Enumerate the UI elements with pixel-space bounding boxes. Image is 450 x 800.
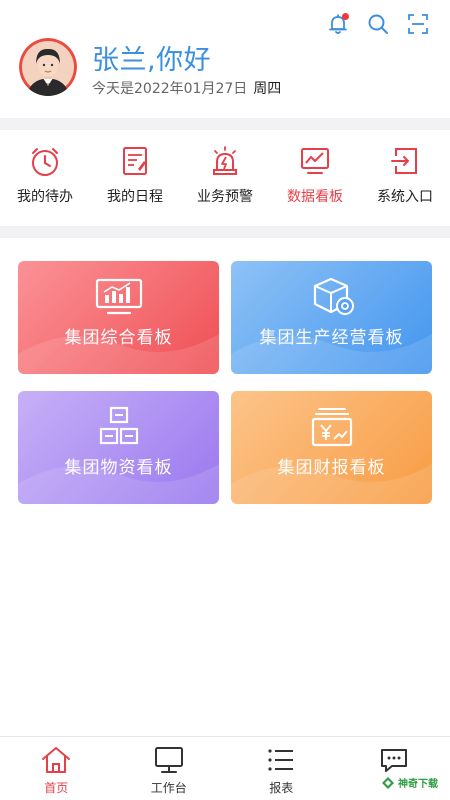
menu-label: 系统入口 [377,189,433,205]
tab-reports[interactable]: 报表 [225,737,338,800]
home-icon [42,747,71,773]
tab-workbench[interactable]: 工作台 [113,737,226,800]
watermark-label: 神奇下载 [398,779,438,790]
watermark: 神奇下载 [377,773,442,792]
card-production-operation[interactable]: 集团生产经营看板 [231,261,432,374]
tab-label: 报表 [269,781,294,795]
menu-item-data-board[interactable]: 数据看板 [270,132,360,226]
top-icons [326,12,430,36]
notification-dot [342,13,349,20]
menu-label: 数据看板 [287,189,343,205]
exit-icon [391,148,417,174]
menu-item-schedule[interactable]: 我的日程 [90,132,180,226]
menu-label: 我的日程 [107,189,163,205]
tab-label: 工作台 [150,781,187,795]
menu-label: 我的待办 [17,189,73,205]
separator [0,118,450,130]
menu-label: 业务预警 [197,189,253,205]
clock-icon [32,148,58,176]
menu-item-todo[interactable]: 我的待办 [0,132,90,226]
card-materials[interactable]: 集团物资看板 [18,391,219,504]
scan-icon[interactable] [406,12,430,36]
chart-board-icon [301,148,329,174]
box-gear-icon [313,277,354,315]
card-group-overview[interactable]: 集团综合看板 [18,261,219,374]
alarm-icon [213,146,237,175]
avatar-image [19,38,77,96]
card-label: 集团财报看板 [277,458,386,478]
bell-icon[interactable] [326,12,350,36]
message-icon [380,749,407,772]
tab-label: 首页 [44,781,69,795]
header: 张兰,你好 今天是2022年01月27日 周四 [0,0,450,118]
menu-item-alert[interactable]: 业务预警 [180,132,270,226]
card-financial-report[interactable]: 集团财报看板 [231,391,432,504]
money-report-icon [311,408,352,447]
date-text: 今天是2022年01月27日 [92,81,248,97]
search-icon[interactable] [366,12,390,36]
separator [0,226,450,238]
card-label: 集团生产经营看板 [259,328,404,348]
monitor-chart-icon [95,278,142,315]
weekday-text: 周四 [253,81,282,97]
watermark-logo-icon [382,776,394,789]
date-line: 今天是2022年01月27日 周四 [92,78,281,98]
report-list-icon [268,749,294,771]
greeting-text: 张兰,你好 [92,45,212,76]
menu-item-system-entry[interactable]: 系统入口 [360,132,450,226]
avatar[interactable] [19,38,77,96]
card-label: 集团综合看板 [64,328,173,348]
quick-menu: 我的待办 我的日程 业务预警 数据看板 系统入口 [0,132,450,226]
tab-home[interactable]: 首页 [0,737,113,800]
desktop-icon [154,747,183,773]
schedule-icon [123,147,147,175]
boxes-icon [99,406,138,445]
card-label: 集团物资看板 [64,458,173,478]
